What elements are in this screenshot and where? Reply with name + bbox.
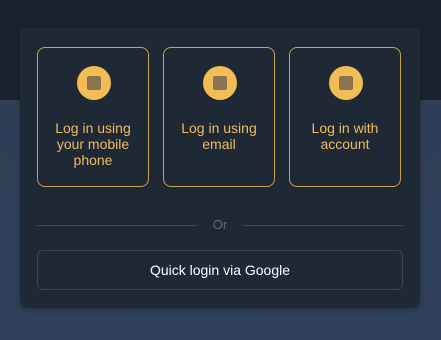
divider-line: [243, 225, 403, 226]
login-options: Log in using your mobile phone Log in us…: [37, 47, 403, 189]
google-login-button[interactable]: Quick login via Google: [37, 250, 403, 290]
login-option-email[interactable]: Log in using email: [163, 47, 275, 187]
or-divider: Or: [37, 218, 403, 232]
login-option-account[interactable]: Log in with account: [289, 47, 401, 187]
login-option-label: Log in using your mobile phone: [55, 120, 131, 168]
email-icon: [203, 66, 237, 100]
login-option-label: Log in using email: [181, 120, 257, 152]
login-option-mobile-phone[interactable]: Log in using your mobile phone: [37, 47, 149, 187]
account-icon: [329, 66, 363, 100]
login-option-label: Log in with account: [311, 120, 379, 152]
login-card: Log in using your mobile phone Log in us…: [20, 28, 420, 308]
mobile-phone-icon: [77, 66, 111, 100]
